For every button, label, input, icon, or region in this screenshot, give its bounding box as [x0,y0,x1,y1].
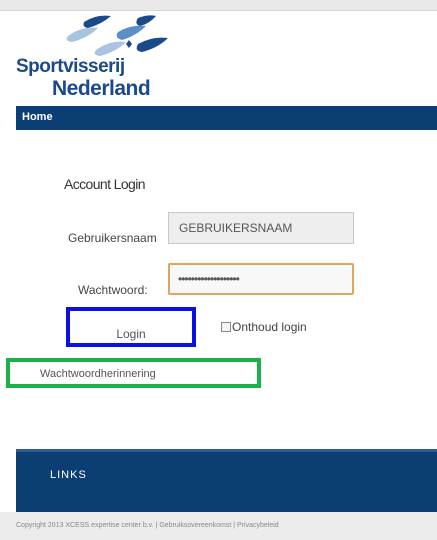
footer-links-heading: LINKS [50,469,87,481]
username-input[interactable] [168,212,354,244]
nav-home-link[interactable]: Home [22,111,53,123]
password-reminder-link[interactable]: Wachtwoordherinnering [6,358,261,388]
password-input[interactable] [168,263,354,295]
bottom-bar: Copyright 2013 XCESS expertise center b.… [0,512,437,540]
remember-label: Onthoud login [232,320,307,334]
remember-login[interactable]: Onthoud login [221,320,307,334]
top-bar [0,0,437,11]
password-reminder-label: Wachtwoordherinnering [40,368,156,380]
terms-link[interactable]: Gebruiksovereenkomst [159,522,231,529]
copyright-text: Copyright 2013 XCESS expertise center b.… [16,522,154,529]
privacy-link[interactable]: Privacybeleid [237,522,279,529]
username-label: Gebruikersnaam [68,231,157,245]
main-nav: Home [16,106,437,130]
brand-line2: Nederland [52,77,151,100]
password-label: Wachtwoord: [78,283,148,297]
copyright-line: Copyright 2013 XCESS expertise center b.… [16,522,279,529]
footer: LINKS [16,449,437,512]
account-login-title: Account Login [64,176,146,192]
login-button-label: Login [116,327,146,341]
sportvisserij-logo[interactable]: Sportvisserij Nederland [16,14,168,106]
brand-line1: Sportvisserij [16,56,125,77]
remember-checkbox[interactable] [221,322,231,332]
login-button[interactable]: Login [66,307,196,347]
